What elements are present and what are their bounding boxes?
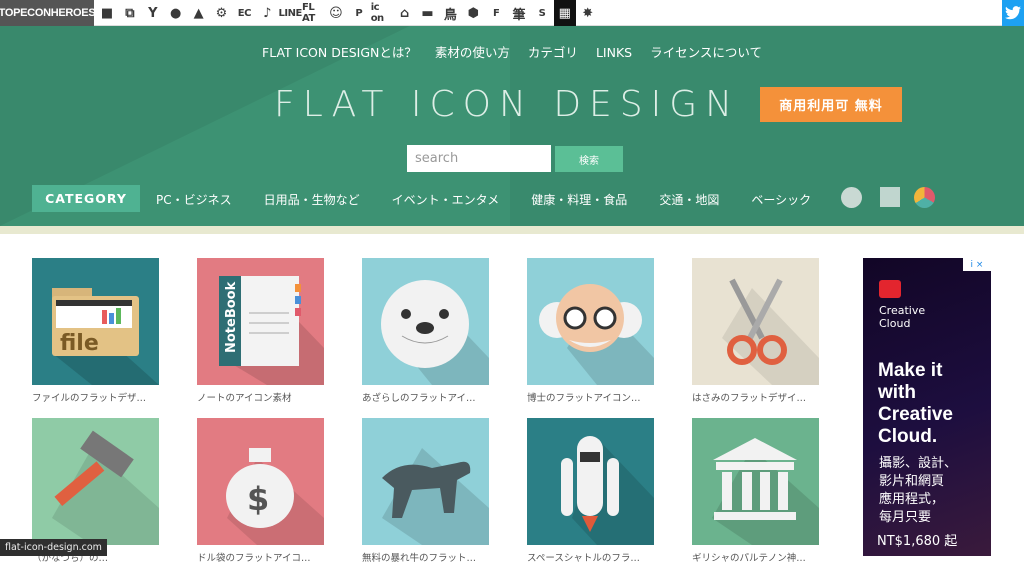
nav-link[interactable]: LINKS [596, 45, 632, 60]
advertisement[interactable]: i × Creative Cloud Make it with Creative… [863, 258, 991, 556]
icon-card[interactable]: スペースシャトルのフラ… [527, 418, 654, 564]
svg-text:file: file [60, 331, 99, 356]
person-icon[interactable]: Y [142, 0, 164, 26]
firework-icon[interactable]: ✸ [577, 0, 599, 26]
ad-price: NT$1,680 起 [877, 534, 958, 549]
twitter-icon[interactable] [1002, 0, 1024, 26]
font-icon[interactable]: F [485, 0, 507, 26]
adobe-cc-logo-icon [879, 280, 901, 298]
flat-icon[interactable]: FL AT [302, 0, 324, 26]
global-nav: FLAT ICON DESIGNとは？ 素材の使い方 カテゴリ LINKS ライセンスに… [0, 42, 1024, 61]
category-link[interactable]: PC・ビジネス [156, 191, 232, 208]
copy-icon[interactable]: ⧉ [119, 0, 141, 26]
icon-card-caption[interactable]: スペースシャトルのフラ… [527, 550, 654, 564]
bed-icon[interactable]: ▬ [416, 0, 438, 26]
icon-card[interactable]: 博士のフラットアイコン… [527, 258, 654, 404]
category-link[interactable]: 健康・料理・食品 [531, 191, 627, 208]
temple-icon[interactable] [692, 418, 819, 545]
ec-icon[interactable]: EC [233, 0, 255, 26]
gear-icon[interactable]: ⚙ [210, 0, 232, 26]
category-link[interactable]: 日用品・生物など [264, 191, 360, 208]
color-wheel-icon[interactable] [914, 187, 935, 208]
notebook-icon[interactable]: NoteBook [197, 258, 324, 385]
line-icon[interactable]: LINE [278, 0, 302, 26]
free-commercial-badge[interactable]: 商用利用可 無料 [760, 87, 902, 122]
icon-card[interactable]: 無料の暴れ牛のフラット… [362, 418, 489, 564]
search-button[interactable]: 検索 [555, 146, 623, 172]
adchoices-icon[interactable]: i × [963, 258, 991, 271]
nav-link[interactable]: カテゴリ [528, 45, 578, 60]
bull-icon[interactable] [362, 418, 489, 545]
category-link[interactable]: 交通・地図 [659, 191, 719, 208]
icon-card[interactable]: あざらしのフラットアイ… [362, 258, 489, 404]
site-header: FLAT ICON DESIGNとは？ 素材の使い方 カテゴリ LINKS ライセンスに… [0, 26, 1024, 226]
icon-card-caption[interactable]: 博士のフラットアイコン… [527, 390, 654, 404]
icon-card-caption[interactable]: あざらしのフラットアイ… [362, 390, 489, 404]
category-link[interactable]: ベーシック [751, 191, 811, 208]
file-folder-icon[interactable]: file [32, 258, 159, 385]
icon-card-caption[interactable]: はさみのフラットデザイ… [692, 390, 819, 404]
icon-card[interactable]: ギリシャのパルテノン神… [692, 418, 819, 564]
svg-text:$: $ [247, 480, 269, 518]
category-link[interactable]: イベント・エンタメ [392, 191, 500, 208]
bird-icon[interactable]: 鳥 [439, 0, 461, 26]
site-icon-list: ■ ⧉ Y ● ▲ ⚙ EC ♪ LINE FL AT ☺ Pic on ⌂ ▬ 鳥 ⬢ F 筆 S ▦ ✸ [96, 0, 600, 26]
square-style-icon[interactable] [880, 187, 900, 207]
header-divider [0, 226, 1024, 234]
space-shuttle-icon[interactable] [527, 418, 654, 545]
icon-card[interactable]: $ ドル袋のフラットアイコ… [197, 418, 324, 564]
status-url: flat-icon-design.com [0, 539, 107, 556]
money-bag-icon[interactable]: $ [197, 418, 324, 545]
circle-style-icon[interactable] [841, 187, 862, 208]
icon-card-caption[interactable]: ノートのアイコン素材 [197, 390, 324, 404]
nav-link[interactable]: ライセンスについて [650, 45, 762, 60]
brush-icon[interactable]: 筆 [508, 0, 530, 26]
nav-link[interactable]: 素材の使い方 [435, 45, 510, 60]
icon-card[interactable]: はさみのフラットデザイ… [692, 258, 819, 404]
s-tool-icon[interactable]: S [531, 0, 553, 26]
category-nav: PC・ビジネス 日用品・生物など イベント・エンタメ 健康・料理・食品 交通・地図 ベーシ… [156, 191, 843, 208]
icon-card-caption[interactable]: ドル袋のフラットアイコ… [197, 550, 324, 564]
icon-card-caption[interactable]: ファイルのフラットデザ… [32, 390, 159, 404]
search-input[interactable] [407, 145, 551, 172]
seal-icon[interactable] [362, 258, 489, 385]
icon-card-caption[interactable]: ギリシャのパルテノン神… [692, 550, 819, 564]
icon-card[interactable]: NoteBook ノートのアイコン素材 [197, 258, 324, 404]
topeconheroes-logo[interactable]: TOPECONHEROES [0, 0, 96, 26]
ad-headline: Make it with Creative Cloud. [878, 360, 953, 447]
speech-bubble-icon[interactable]: ● [165, 0, 187, 26]
hammer-icon[interactable] [32, 418, 159, 545]
hexagon-icon[interactable]: ⬢ [462, 0, 484, 26]
music-note-icon[interactable]: ♪ [256, 0, 278, 26]
parking-icon[interactable]: P [348, 0, 370, 26]
scissors-icon[interactable] [692, 258, 819, 385]
house-icon[interactable]: ⌂ [394, 0, 416, 26]
nav-link[interactable]: FLAT ICON DESIGNとは？ [262, 45, 417, 60]
ad-brand-text: Creative Cloud [879, 304, 926, 330]
category-button[interactable]: CATEGORY [32, 185, 140, 212]
icon-text-icon[interactable]: ic on [371, 0, 393, 26]
svg-text:NoteBook: NoteBook [224, 281, 239, 353]
ad-subtext: 攝影、設計、 影片和網頁 應用程式， 每月只要 [879, 456, 958, 525]
arrow-icon[interactable]: ▲ [188, 0, 210, 26]
animal-icon[interactable]: ■ [96, 0, 118, 26]
professor-icon[interactable] [527, 258, 654, 385]
grid-icon[interactable]: ▦ [553, 0, 576, 26]
site-title[interactable]: FLAT ICON DESIGN [274, 84, 740, 125]
icon-card[interactable]: file ファイルのフラットデザ… [32, 258, 159, 404]
top-site-bar: TOPECONHEROES ■ ⧉ Y ● ▲ ⚙ EC ♪ LINE FL AT ☺ Pic on ⌂… [0, 0, 1024, 26]
icon-card-caption[interactable]: 無料の暴れ牛のフラット… [362, 550, 489, 564]
smile-icon[interactable]: ☺ [325, 0, 347, 26]
